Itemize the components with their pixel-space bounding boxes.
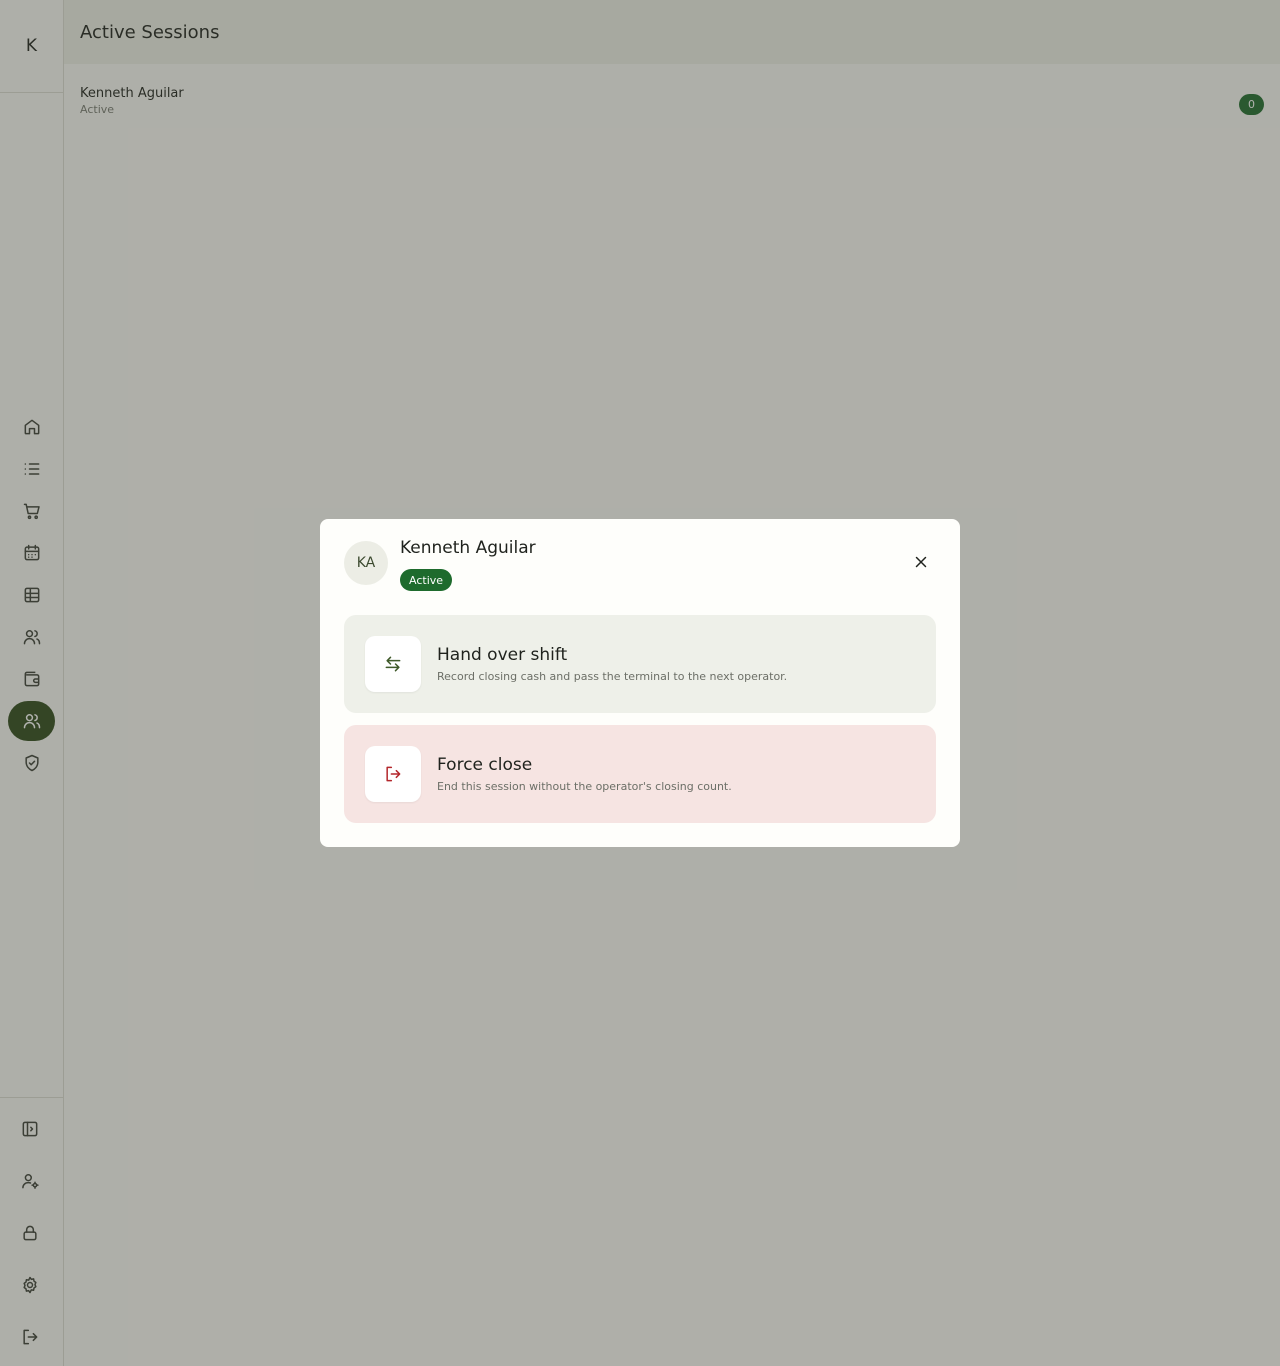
force-close-title: Force close [437,755,533,775]
avatar: KA [344,541,388,585]
modal-operator-name: Kenneth Aguilar [400,538,536,558]
hand-over-title: Hand over shift [437,645,568,665]
close-button[interactable] [906,547,936,577]
close-icon [915,556,927,568]
session-actions-modal: KA Kenneth Aguilar Active Hand over shif… [320,519,960,847]
hand-over-description: Record closing cash and pass the termina… [437,670,788,683]
hand-over-shift-button[interactable]: Hand over shift Record closing cash and … [344,615,936,713]
force-close-description: End this session without the operator's … [437,780,732,793]
swap-arrows-icon [385,656,401,672]
modal-header: KA Kenneth Aguilar Active [344,538,936,615]
force-close-button[interactable]: Force close End this session without the… [344,725,936,823]
hand-over-icon-tile [365,636,421,692]
force-close-icon-tile [365,746,421,802]
exit-icon [386,766,401,782]
status-badge: Active [400,569,453,591]
